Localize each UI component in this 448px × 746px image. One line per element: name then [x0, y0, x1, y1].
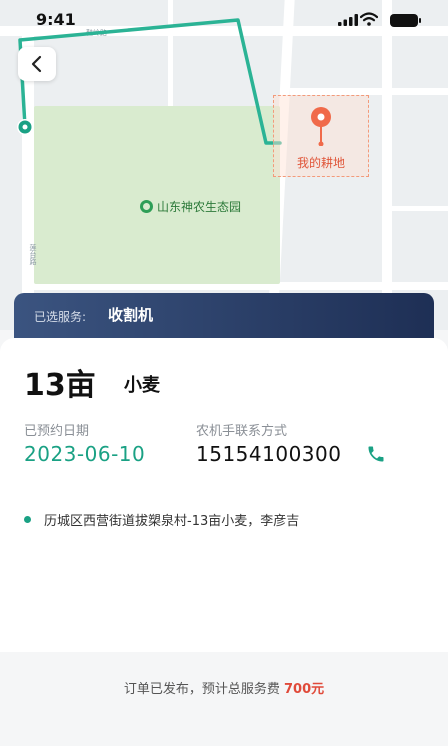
contact-label: 农机手联系方式 — [196, 424, 288, 439]
crop-type: 小麦 — [124, 375, 160, 396]
booked-date: 2023-06-10 — [24, 442, 146, 466]
location-pin-icon — [311, 107, 331, 146]
service-fee: 700元 — [284, 682, 325, 697]
chevron-left-icon — [31, 55, 42, 73]
date-label: 已预约日期 — [24, 424, 90, 439]
operator-phone: 15154100300 — [196, 442, 342, 466]
order-summary: 订单已发布，预计总服务费 700元 — [0, 678, 448, 697]
order-card: 13亩 小麦 已预约日期 农机手联系方式 2023-06-10 15154100… — [0, 338, 448, 652]
service-label: 已选服务: — [34, 310, 87, 324]
status-time: 9:41 — [36, 10, 76, 29]
farm-label: 我的耕地 — [296, 156, 345, 170]
order-status-text: 订单已发布，预计总服务费 — [123, 682, 280, 697]
signal-icon — [338, 14, 358, 26]
address-bullet — [24, 516, 31, 523]
my-farm-area[interactable]: 我的耕地 — [273, 95, 369, 177]
map-view[interactable]: 山东神农生态园 鞋岭路 莲台路 我的耕地 — [0, 0, 448, 330]
route-line — [17, 18, 282, 145]
order-footer: 订单已发布，预计总服务费 700元 — [0, 652, 448, 746]
phone-call-icon[interactable] — [366, 444, 386, 464]
battery-icon — [390, 14, 421, 27]
service-value: 收割机 — [108, 306, 154, 324]
farm-area-size: 13亩 — [24, 368, 96, 403]
wifi-icon — [360, 12, 378, 26]
farm-address: 历城区西营街道拔槊泉村-13亩小麦，李彦吉 — [44, 514, 300, 529]
status-bar: 9:41 — [0, 10, 448, 34]
back-button[interactable] — [18, 47, 56, 81]
